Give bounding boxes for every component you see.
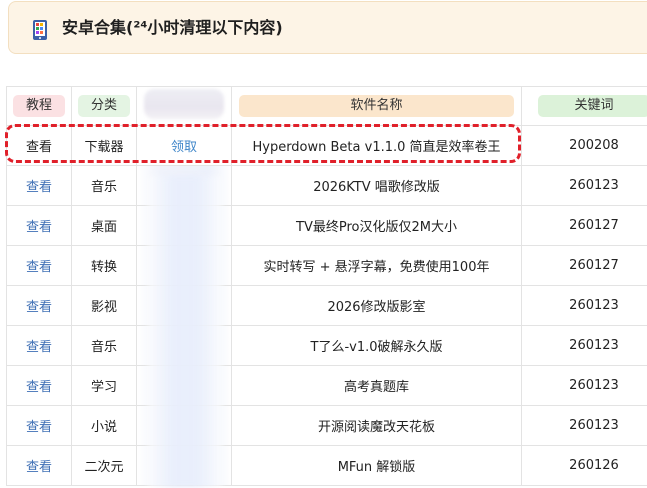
software-name-cell: 实时转写 + 悬浮字幕，免费使用100年 bbox=[231, 245, 522, 286]
phone-icon bbox=[31, 19, 50, 41]
software-name-cell: T了么-v1.0破解永久版 bbox=[231, 325, 522, 366]
table-row: 查看 学习 高考真题库 260123 bbox=[6, 365, 647, 406]
table-row: 查看 二次元 MFun 解锁版 260126 bbox=[6, 445, 647, 486]
software-name-cell: MFun 解锁版 bbox=[231, 445, 522, 486]
table-row: 查看 音乐 2026KTV 唱歌修改版 260123 bbox=[6, 165, 647, 206]
col-header-category: 分类 bbox=[71, 86, 137, 126]
software-name-cell: 2026KTV 唱歌修改版 bbox=[231, 165, 522, 206]
tutorial-link[interactable]: 查看 bbox=[26, 300, 52, 315]
table-row: 查看 影视 2026修改版影室 260123 bbox=[6, 285, 647, 326]
tutorial-link[interactable]: 查看 bbox=[26, 180, 52, 195]
category-cell: 下载器 bbox=[71, 125, 137, 166]
tutorial-link[interactable]: 查看 bbox=[26, 420, 52, 435]
table-row: 查看 音乐 T了么-v1.0破解永久版 260123 bbox=[6, 325, 647, 366]
page-title: 安卓合集(²⁴小时清理以下内容) bbox=[62, 18, 283, 37]
col-header-blurred bbox=[136, 86, 232, 126]
category-cell: 影视 bbox=[71, 285, 137, 326]
tutorial-link[interactable]: 查看 bbox=[26, 460, 52, 475]
col-header-name: 软件名称 bbox=[231, 86, 522, 126]
keyword-cell: 260127 bbox=[521, 245, 647, 286]
keyword-cell: 260123 bbox=[521, 285, 647, 326]
tutorial-link[interactable]: 查看 bbox=[26, 220, 52, 235]
software-name-cell: 2026修改版影室 bbox=[231, 285, 522, 326]
category-cell: 小说 bbox=[71, 405, 137, 446]
table-row: 查看 小说 开源阅读魔改天花板 260123 bbox=[6, 405, 647, 446]
category-cell: 二次元 bbox=[71, 445, 137, 486]
table-row: 查看 下载器 领取 Hyperdown Beta v1.1.0 简直是效率卷王 … bbox=[6, 125, 647, 166]
col-header-tutorial: 教程 bbox=[6, 86, 72, 126]
claim-link[interactable]: 领取 bbox=[171, 140, 197, 155]
tutorial-link[interactable]: 查看 bbox=[26, 140, 52, 155]
keyword-cell: 260127 bbox=[521, 205, 647, 246]
category-cell: 音乐 bbox=[71, 165, 137, 206]
keyword-cell: 260126 bbox=[521, 445, 647, 486]
tutorial-link[interactable]: 查看 bbox=[26, 380, 52, 395]
section-header: 安卓合集(²⁴小时清理以下内容) bbox=[8, 1, 647, 54]
software-name-cell: 高考真题库 bbox=[231, 365, 522, 406]
category-cell: 学习 bbox=[71, 365, 137, 406]
software-table: 教程 分类 软件名称 关键词 查看 下载器 领取 Hyperdown Beta … bbox=[6, 86, 647, 486]
category-cell: 转换 bbox=[71, 245, 137, 286]
tutorial-link[interactable]: 查看 bbox=[26, 260, 52, 275]
category-cell: 音乐 bbox=[71, 325, 137, 366]
col-header-keyword: 关键词 bbox=[521, 86, 647, 126]
table-header-row: 教程 分类 软件名称 关键词 bbox=[6, 86, 647, 126]
keyword-cell: 200208 bbox=[521, 125, 647, 166]
software-name-cell: Hyperdown Beta v1.1.0 简直是效率卷王 bbox=[231, 125, 522, 166]
blurred-region bbox=[148, 176, 222, 488]
keyword-cell: 260123 bbox=[521, 165, 647, 206]
category-cell: 桌面 bbox=[71, 205, 137, 246]
table-row: 查看 转换 实时转写 + 悬浮字幕，免费使用100年 260127 bbox=[6, 245, 647, 286]
tutorial-link[interactable]: 查看 bbox=[26, 340, 52, 355]
keyword-cell: 260123 bbox=[521, 405, 647, 446]
software-name-cell: TV最终Pro汉化版仅2M大小 bbox=[231, 205, 522, 246]
software-name-cell: 开源阅读魔改天花板 bbox=[231, 405, 522, 446]
table-row: 查看 桌面 TV最终Pro汉化版仅2M大小 260127 bbox=[6, 205, 647, 246]
keyword-cell: 260123 bbox=[521, 365, 647, 406]
keyword-cell: 260123 bbox=[521, 325, 647, 366]
